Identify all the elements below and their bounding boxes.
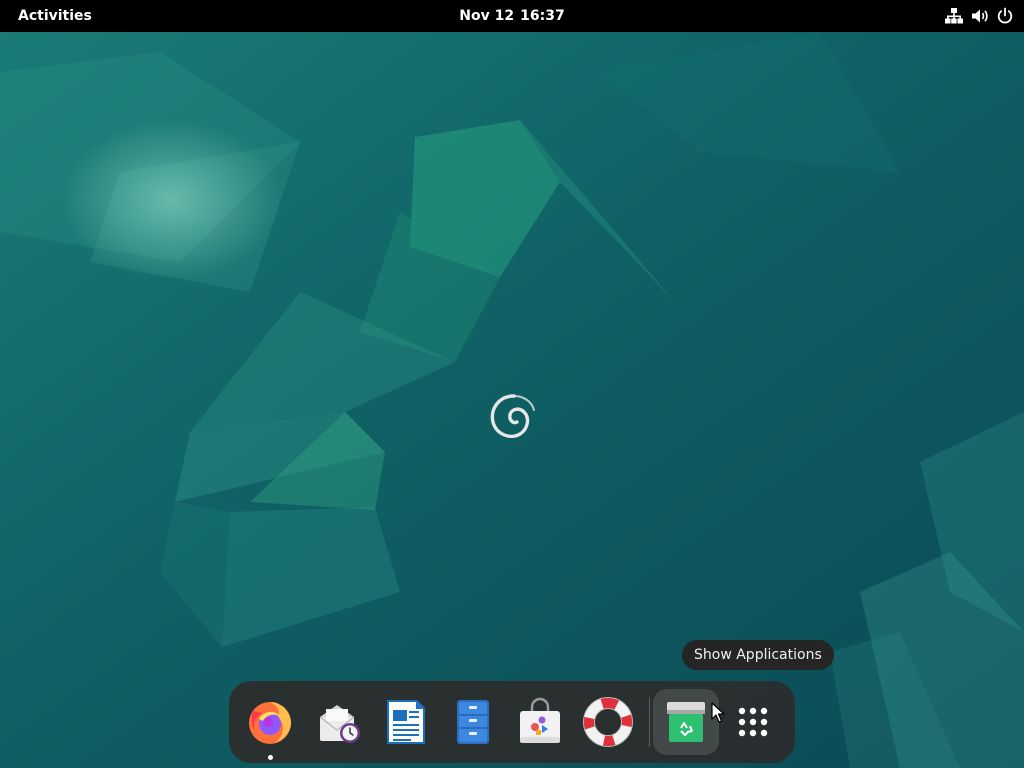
trash-recycle-icon [667, 702, 705, 742]
dock-separator [649, 697, 650, 747]
clock-time[interactable]: 16:37 [520, 8, 565, 24]
software-store-icon [520, 697, 560, 743]
power-icon [996, 7, 1014, 25]
top-bar: Activities Nov 12 16:37 [0, 0, 1024, 32]
writer-document-icon [387, 700, 425, 744]
dock-item-trash[interactable] [653, 689, 719, 755]
activities-button[interactable]: Activities [10, 0, 100, 32]
desktop-wallpaper [0, 32, 1024, 768]
show-applications-button[interactable] [720, 689, 786, 755]
firefox-icon [249, 702, 291, 744]
dock-item-software[interactable] [507, 689, 573, 755]
running-indicator [268, 755, 273, 760]
file-cabinet-icon [457, 700, 489, 744]
debian-swirl-icon [490, 394, 535, 439]
clock-date[interactable]: Nov 12 [459, 8, 514, 24]
dock-item-firefox[interactable] [237, 689, 303, 760]
dock-item-help[interactable] [575, 689, 641, 755]
clock-button[interactable]: Nov 12 16:37 [0, 0, 1024, 32]
system-menu-button[interactable] [944, 0, 1014, 32]
dock-item-file-cabinet[interactable] [440, 689, 506, 755]
dock-item-writer[interactable] [373, 689, 439, 755]
help-lifebuoy-icon [583, 697, 633, 747]
volume-icon [970, 7, 990, 25]
mouse-cursor-icon [711, 702, 725, 723]
network-wired-icon [944, 7, 964, 25]
mail-clock-icon [319, 705, 360, 743]
dock-item-mail-clock[interactable] [306, 689, 372, 755]
show-applications-grid-icon [738, 707, 768, 737]
show-applications-tooltip: Show Applications [682, 640, 834, 670]
